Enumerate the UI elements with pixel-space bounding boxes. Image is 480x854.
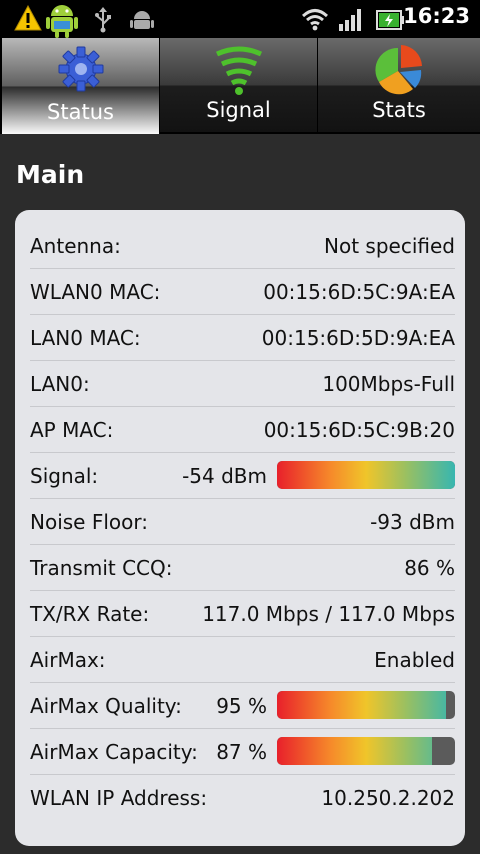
status-bar: 16:23 <box>0 0 480 38</box>
usb-icon <box>94 7 112 37</box>
row-label: AirMax Quality: <box>30 694 182 718</box>
row-value: 95 % <box>216 694 267 718</box>
row-airmax-quality: AirMax Quality: 95 % <box>30 682 455 729</box>
airmax-quality-fill <box>277 691 447 719</box>
row-lan0-mac: LAN0 MAC: 00:15:6D:5D:9A:EA <box>30 314 455 361</box>
row-wlan0-mac: WLAN0 MAC: 00:15:6D:5C:9A:EA <box>30 268 455 315</box>
android-icon <box>46 0 78 42</box>
row-value: 117.0 Mbps / 117.0 Mbps <box>202 602 455 626</box>
row-signal: Signal: -54 dBm <box>30 452 455 499</box>
row-label: Antenna: <box>30 234 121 258</box>
tab-signal[interactable]: Signal <box>160 38 318 132</box>
wifi-icon <box>301 7 329 35</box>
row-label: AirMax Capacity: <box>30 740 198 764</box>
tab-signal-label: Signal <box>206 98 271 122</box>
row-label: AirMax: <box>30 648 106 672</box>
row-value: 00:15:6D:5C:9A:EA <box>263 280 455 304</box>
row-label: WLAN IP Address: <box>30 786 208 810</box>
row-value: 87 % <box>216 740 267 764</box>
row-label: WLAN0 MAC: <box>30 280 161 304</box>
row-value: 86 % <box>404 556 455 580</box>
row-label: Noise Floor: <box>30 510 148 534</box>
row-value: 00:15:6D:5C:9B:20 <box>263 418 455 442</box>
airmax-quality-bar <box>277 691 455 719</box>
row-value: Enabled <box>374 648 455 672</box>
android-debug-icon <box>130 8 154 36</box>
cell-signal-icon <box>338 8 364 36</box>
row-value: 10.250.2.202 <box>321 786 455 810</box>
row-airmax-capacity: AirMax Capacity: 87 % <box>30 728 455 775</box>
row-airmax: AirMax: Enabled <box>30 636 455 683</box>
row-wlan-ip: WLAN IP Address: 10.250.2.202 <box>30 774 455 820</box>
gear-icon <box>56 44 106 98</box>
row-txrx-rate: TX/RX Rate: 117.0 Mbps / 117.0 Mbps <box>30 590 455 637</box>
signal-level-fill <box>277 461 455 489</box>
section-title: Main <box>16 160 85 189</box>
row-label: AP MAC: <box>30 418 114 442</box>
row-antenna: Antenna: Not specified <box>30 222 455 269</box>
info-card: Antenna: Not specified WLAN0 MAC: 00:15:… <box>15 210 465 846</box>
signal-level-bar <box>277 461 455 489</box>
row-label: Signal: <box>30 464 99 488</box>
row-value: -93 dBm <box>370 510 455 534</box>
tab-bar: Status Signal Stats <box>0 38 480 134</box>
clock: 16:23 <box>403 4 470 28</box>
row-label: LAN0 MAC: <box>30 326 141 350</box>
airmax-capacity-bar <box>277 737 455 765</box>
battery-icon <box>376 9 404 35</box>
tab-status[interactable]: Status <box>2 38 160 134</box>
tab-stats-label: Stats <box>372 98 426 122</box>
warning-icon <box>14 4 42 35</box>
row-label: TX/RX Rate: <box>30 602 150 626</box>
airmax-capacity-fill <box>277 737 432 765</box>
tab-stats[interactable]: Stats <box>318 38 480 132</box>
row-value: Not specified <box>324 234 455 258</box>
tab-status-label: Status <box>47 100 114 124</box>
row-value: 00:15:6D:5D:9A:EA <box>261 326 455 350</box>
row-value: 100Mbps-Full <box>322 372 455 396</box>
row-value: -54 dBm <box>182 464 267 488</box>
row-ap-mac: AP MAC: 00:15:6D:5C:9B:20 <box>30 406 455 453</box>
signal-icon <box>213 44 265 100</box>
row-noise-floor: Noise Floor: -93 dBm <box>30 498 455 545</box>
row-label: Transmit CCQ: <box>30 556 173 580</box>
row-lan0: LAN0: 100Mbps-Full <box>30 360 455 407</box>
row-label: LAN0: <box>30 372 90 396</box>
row-transmit-ccq: Transmit CCQ: 86 % <box>30 544 455 591</box>
pie-chart-icon <box>373 44 425 100</box>
